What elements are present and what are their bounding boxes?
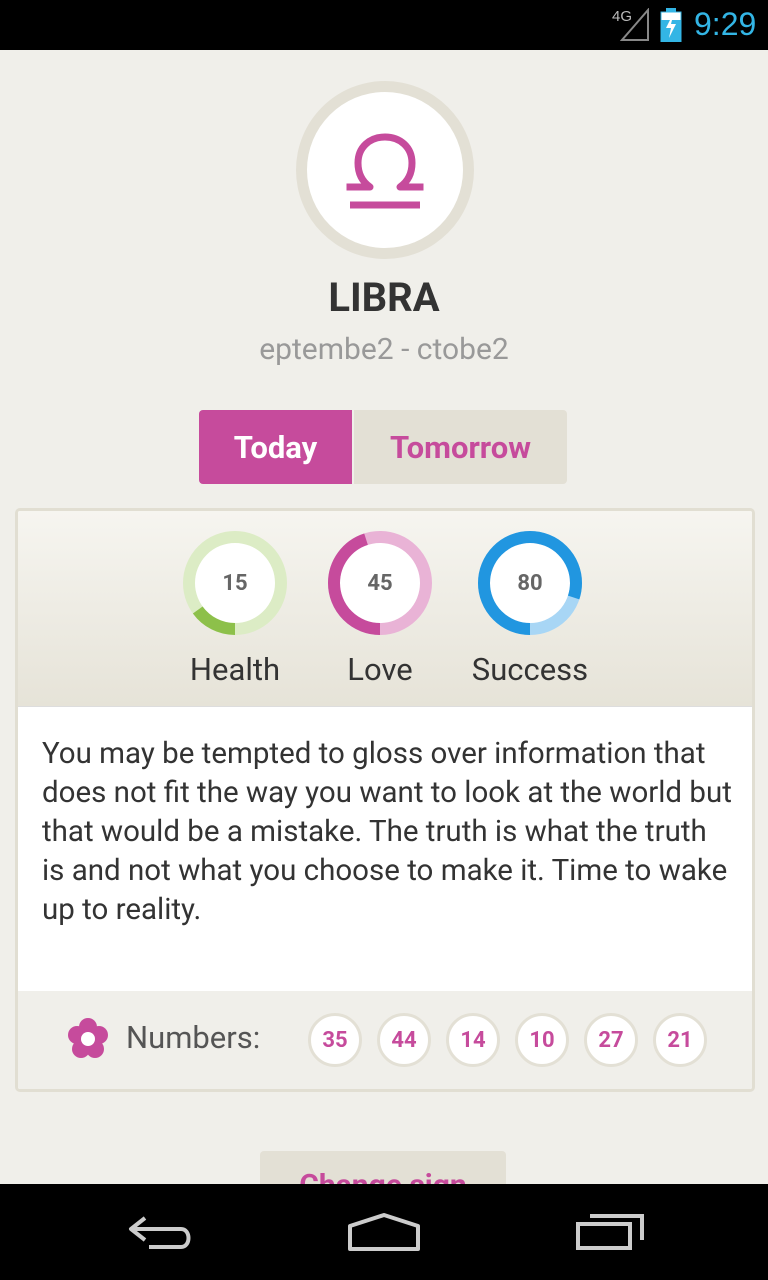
horoscope-card: 15 Health 45 Love 80 Success You may be … xyxy=(15,508,755,1092)
back-icon xyxy=(129,1216,191,1249)
recents-button[interactable] xyxy=(560,1200,660,1264)
success-value: 80 xyxy=(517,570,543,596)
lucky-numbers: Numbers: 35 44 14 10 27 21 xyxy=(18,991,752,1089)
signal-icon xyxy=(620,8,649,41)
sign-name: LIBRA xyxy=(328,274,440,321)
back-button[interactable] xyxy=(110,1200,210,1264)
health-label: Health xyxy=(189,651,281,688)
success-label: Success xyxy=(471,651,589,688)
lucky-number: 10 xyxy=(515,1013,569,1067)
success-meter: 80 xyxy=(478,531,582,635)
lucky-number: 14 xyxy=(446,1013,500,1067)
battery-charging-icon xyxy=(660,8,682,42)
love-meter: 45 xyxy=(328,531,432,635)
numbers-label: Numbers: xyxy=(126,1019,261,1056)
tab-today[interactable]: Today xyxy=(199,410,352,484)
lucky-number: 44 xyxy=(377,1013,431,1067)
meters-panel: 15 Health 45 Love 80 Success xyxy=(18,511,752,707)
zodiac-badge xyxy=(296,81,474,259)
lucky-number: 27 xyxy=(584,1013,638,1067)
health-value: 15 xyxy=(222,570,248,596)
home-icon xyxy=(348,1213,420,1251)
libra-icon xyxy=(346,133,424,209)
recents-icon xyxy=(576,1214,644,1250)
health-meter: 15 xyxy=(183,531,287,635)
flower-icon xyxy=(68,1018,108,1058)
home-button[interactable] xyxy=(334,1200,434,1264)
clock: 9:29 xyxy=(694,6,757,42)
navigation-bar xyxy=(0,1184,768,1280)
horoscope-text: You may be tempted to gloss over informa… xyxy=(42,737,732,927)
love-label: Love xyxy=(347,651,413,688)
love-value: 45 xyxy=(367,570,393,596)
tab-tomorrow[interactable]: Tomorrow xyxy=(354,410,567,484)
lucky-number: 35 xyxy=(308,1013,362,1067)
lucky-number: 21 xyxy=(653,1013,707,1067)
sign-dates: eptembe2 - ctobe2 xyxy=(259,332,509,367)
status-bar: 4G 9:29 xyxy=(0,0,768,50)
